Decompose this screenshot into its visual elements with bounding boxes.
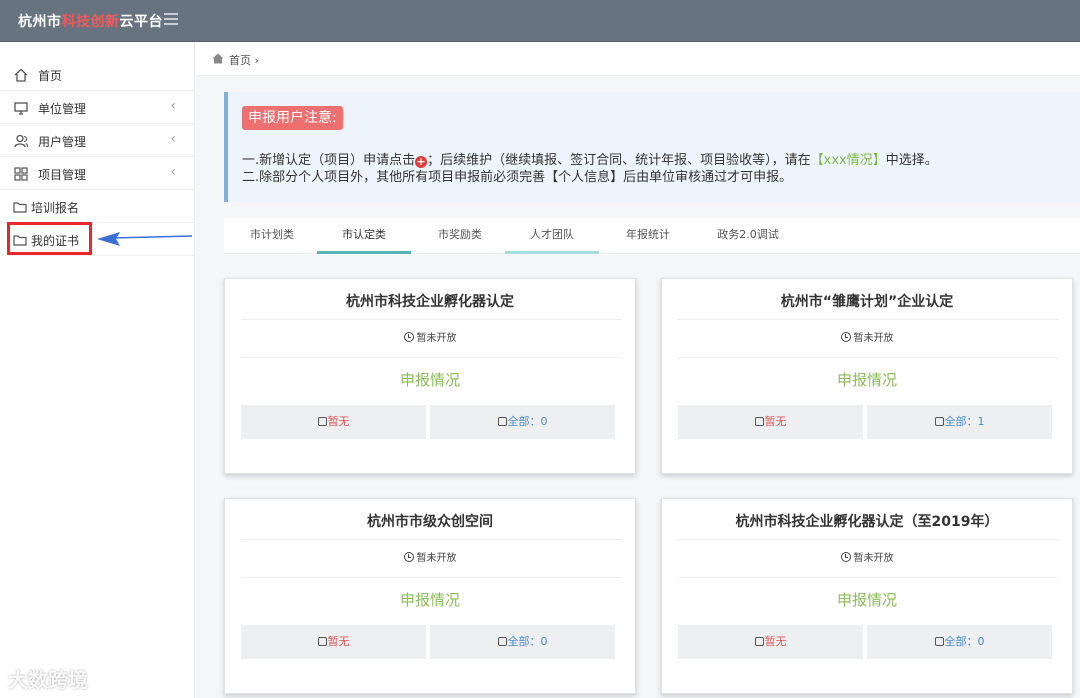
pointer-arrow-icon [97,232,193,246]
chevron-left-icon: ‹ [170,164,176,180]
chevron-left-icon: ‹ [170,131,176,147]
clock-icon [840,552,851,562]
highlight-box [7,222,92,255]
card-none-button[interactable]: 暂无 [241,625,426,659]
box-icon [497,417,507,426]
box-icon [497,637,507,646]
breadcrumb: 首页 › [196,42,1080,76]
notice-title: 申报用户注意: [242,106,343,130]
notice-line-1-part-c: 中选择。 [885,153,938,168]
box-icon [934,417,944,426]
box-icon [934,637,944,646]
card-none-button[interactable]: 暂无 [241,405,426,439]
sidebar-item-label: 项目管理 [38,168,87,182]
home-icon [212,53,224,64]
sidebar: 首页 单位管理 ‹ 用户管理 ‹ 项目管理 ‹ 培训报名 我的证书 [0,42,195,698]
card-title: 杭州市科技企业孵化器认定（至2019年） [735,514,999,530]
card-all-label: 全部：0 [507,415,548,428]
project-card: 杭州市市级众创空间 暂未开放 申报情况 暂无 全部：0 [224,498,636,694]
project-card: 杭州市科技企业孵化器认定 暂未开放 申报情况 暂无 全部：0 [224,278,636,474]
card-status: 暂未开放 [225,549,635,564]
card-title: 杭州市市级众创空间 [367,514,493,530]
app-title: 杭州市科技创新云平台 [18,11,163,31]
app-title-part1: 杭州市 [18,14,62,30]
app-title-part2: 云平台 [119,14,163,30]
card-all-button[interactable]: 全部：0 [430,405,615,439]
card-all-label: 全部：0 [944,635,985,648]
card-all-button[interactable]: 全部：0 [867,625,1052,659]
category-tabs: 市计划类 市认定类 市奖励类 人才团队 年报统计 政务2.0调试 [224,218,1080,254]
tab-city-plan[interactable]: 市计划类 [232,218,312,254]
box-icon [317,417,327,426]
card-status: 暂未开放 [225,329,635,344]
grid-icon [14,167,28,181]
app-title-accent: 科技创新 [61,14,120,30]
card-all-button[interactable]: 全部：0 [430,625,615,659]
card-all-button[interactable]: 全部：1 [867,405,1052,439]
card-report-link[interactable]: 申报情况 [225,369,635,390]
card-status: 暂未开放 [662,329,1072,344]
sidebar-item-home[interactable]: 首页 [0,58,194,91]
tab-annual-report[interactable]: 年报统计 [604,218,692,254]
sidebar-item-label: 培训报名 [31,201,80,215]
card-report-link[interactable]: 申报情况 [662,369,1072,390]
watermark: 大数跨境 [8,668,88,692]
menu-toggle-icon[interactable] [164,13,178,25]
tab-gov-debug[interactable]: 政务2.0调试 [698,218,798,254]
card-all-label: 全部：1 [944,415,985,428]
clock-icon [403,552,414,562]
card-status-text: 暂未开放 [853,553,894,564]
users-icon [14,134,28,148]
clock-icon [840,332,851,342]
card-none-label: 暂无 [327,635,350,648]
tab-city-awards[interactable]: 市奖励类 [416,218,504,254]
clock-icon [403,332,414,342]
notice-link[interactable]: 【xxx情况】 [811,153,886,168]
sidebar-item-user-management[interactable]: 用户管理 ‹ [0,124,194,157]
card-report-link[interactable]: 申报情况 [225,589,635,610]
main-content: 首页 › 申报用户注意: 一.新增认定（项目）申请点击+；后续维护（继续填报、签… [196,42,1080,698]
sidebar-item-label: 用户管理 [38,135,87,149]
card-none-label: 暂无 [764,415,787,428]
card-status-text: 暂未开放 [416,553,457,564]
card-report-link[interactable]: 申报情况 [662,589,1072,610]
sidebar-item-project-management[interactable]: 项目管理 ‹ [0,157,194,190]
project-card: 杭州市“雏鹰计划”企业认定 暂未开放 申报情况 暂无 全部：1 [661,278,1073,474]
home-icon [14,68,28,82]
sidebar-item-training-signup[interactable]: 培训报名 [0,190,194,223]
card-none-button[interactable]: 暂无 [678,405,863,439]
sidebar-item-label: 首页 [38,69,63,83]
monitor-icon [14,102,28,115]
card-status-text: 暂未开放 [416,333,457,344]
card-all-label: 全部：0 [507,635,548,648]
card-status: 暂未开放 [662,549,1072,564]
card-none-label: 暂无 [327,415,350,428]
chevron-left-icon: ‹ [170,98,176,114]
card-status-text: 暂未开放 [853,333,894,344]
card-title: 杭州市“雏鹰计划”企业认定 [780,294,954,310]
card-none-button[interactable]: 暂无 [678,625,863,659]
notice-panel: 申报用户注意: 一.新增认定（项目）申请点击+；后续维护（继续填报、签订合同、统… [224,92,1080,202]
tab-city-certification[interactable]: 市认定类 [317,218,411,254]
card-none-label: 暂无 [764,635,787,648]
folder-icon [13,202,27,213]
project-card: 杭州市科技企业孵化器认定（至2019年） 暂未开放 申报情况 暂无 全部：0 [661,498,1073,694]
card-title: 杭州市科技企业孵化器认定 [346,294,514,310]
notice-line-2: 二.除部分个人项目外，其他所有项目申报前必须完善【个人信息】后由单位审核通过才可… [242,170,793,185]
box-icon [754,417,764,426]
box-icon [317,637,327,646]
sidebar-item-unit-management[interactable]: 单位管理 ‹ [0,91,194,124]
box-icon [754,637,764,646]
tab-talent-team[interactable]: 人才团队 [505,218,599,254]
breadcrumb-home-link[interactable]: 首页 › [229,52,259,68]
sidebar-item-label: 单位管理 [38,102,87,116]
top-bar: 杭州市科技创新云平台 [0,0,1080,42]
